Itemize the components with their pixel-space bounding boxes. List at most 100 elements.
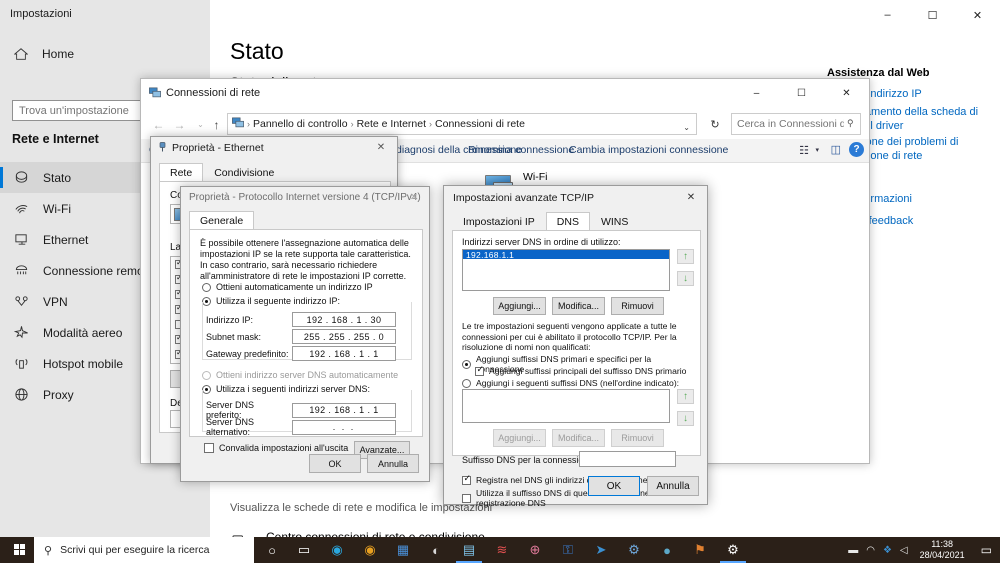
checkbox-validate-on-exit[interactable]: Convalida impostazioni all'uscita xyxy=(204,443,348,453)
explorer-maximize-button[interactable]: ☐ xyxy=(779,79,824,107)
radio-ordered-suffixes[interactable]: Aggiungi i seguenti suffissi DNS (nell'o… xyxy=(462,378,679,388)
radio-obtain-dns-auto[interactable]: Ottieni indirizzo server DNS automaticam… xyxy=(202,370,398,380)
ethernet-dialog-close-button[interactable]: ✕ xyxy=(365,137,397,157)
google-chrome-icon[interactable]: ◉ xyxy=(360,540,380,560)
ethernet-dialog-tabs: Rete Condivisione xyxy=(159,163,285,182)
network-connections-icon xyxy=(149,87,161,102)
tab-dns[interactable]: DNS xyxy=(545,212,590,231)
checkbox[interactable] xyxy=(204,443,214,453)
microsoft-edge-icon[interactable]: ◉ xyxy=(327,540,347,560)
taskbar-search-placeholder: Scrivi qui per eseguire la ricerca xyxy=(60,544,210,556)
volume-icon[interactable]: ◁ xyxy=(900,545,908,556)
teamviewer-icon[interactable]: ⊕ xyxy=(525,540,545,560)
dns-list-buttons: Aggiungi... Modifica... Rimuovi xyxy=(493,297,664,315)
dns-suffix-list[interactable] xyxy=(462,389,670,423)
chevron-down-icon[interactable]: ⌄ xyxy=(683,123,690,132)
tcpipv4-close-button[interactable]: ✕ xyxy=(399,187,429,207)
subnet-mask-input[interactable]: 255 . 255 . 255 . 0 xyxy=(292,329,396,344)
settings-gear-icon[interactable]: ⚙ xyxy=(720,540,746,563)
dropbox-icon[interactable]: ❖ xyxy=(883,545,892,556)
move-down-icon[interactable]: ↓ xyxy=(677,271,694,286)
settings-minimize-button[interactable]: – xyxy=(865,0,910,30)
security-icon[interactable]: ⚿ xyxy=(558,540,578,560)
cancel-button[interactable]: Annulla xyxy=(367,454,419,473)
suffix-move-down-icon[interactable]: ↓ xyxy=(677,411,694,426)
move-up-icon[interactable]: ↑ xyxy=(677,249,694,264)
tab-generale[interactable]: Generale xyxy=(189,211,255,230)
checkbox[interactable] xyxy=(462,493,471,503)
chevron-down-icon[interactable]: ▾ xyxy=(815,146,819,154)
alternate-dns-input[interactable]: . . . xyxy=(292,419,396,435)
dns-servers-label: Indirizzi server DNS in ordine di utiliz… xyxy=(462,237,621,247)
globe-icon[interactable]: ● xyxy=(657,540,677,560)
help-icon[interactable]: ? xyxy=(849,142,864,157)
radio-button[interactable] xyxy=(202,370,211,380)
suffix-move-up-icon[interactable]: ↑ xyxy=(677,389,694,404)
battery-icon[interactable]: ▬ xyxy=(848,545,858,556)
ip-address-input[interactable]: 192 . 168 . 1 . 30 xyxy=(292,312,396,327)
paint-icon[interactable]: ◐ xyxy=(426,540,446,560)
breadcrumb-item-network-internet[interactable]: Rete e Internet xyxy=(357,118,426,130)
explorer-search-input[interactable] xyxy=(731,113,861,135)
up-arrow-icon[interactable]: ↑ xyxy=(207,115,226,134)
explorer-close-button[interactable]: ✕ xyxy=(824,79,869,107)
ok-button[interactable]: OK xyxy=(309,454,361,473)
breadcrumb[interactable]: › Pannello di controllo › Rete e Interne… xyxy=(227,113,697,135)
dns-edit-button[interactable]: Modifica... xyxy=(552,297,605,315)
list-item[interactable]: 192.168.1.1 xyxy=(463,250,669,260)
dns-servers-list[interactable]: 192.168.1.1 xyxy=(462,249,670,291)
explorer-minimize-button[interactable]: – xyxy=(734,79,779,107)
task-view-icon[interactable]: ▭ xyxy=(294,540,314,560)
breadcrumb-item-control-panel[interactable]: Pannello di controllo xyxy=(253,118,348,130)
preferred-dns-input[interactable]: 192 . 168 . 1 . 1 xyxy=(292,402,396,418)
radio-button[interactable] xyxy=(202,282,211,292)
forward-arrow-icon[interactable]: → xyxy=(170,115,189,134)
tcpipv4-properties-dialog: Proprietà - Protocollo Internet versione… xyxy=(180,186,430,482)
toolbar-rename[interactable]: Rinomina connessione xyxy=(468,144,574,156)
view-options-icon[interactable]: ☷ xyxy=(799,144,809,157)
settings-maximize-button[interactable]: ☐ xyxy=(910,0,955,30)
taskbar-search-box[interactable]: ⚲ Scrivi qui per eseguire la ricerca xyxy=(34,537,254,563)
toolbar-change-settings[interactable]: Cambia impostazioni connessione xyxy=(569,144,728,156)
clock[interactable]: 11:38 28/04/2021 xyxy=(916,539,969,561)
breadcrumb-separator: › xyxy=(429,119,433,129)
dns-add-button[interactable]: Aggiungi... xyxy=(493,297,546,315)
remote-desktop-icon[interactable]: ≋ xyxy=(492,540,512,560)
tab-wins[interactable]: WINS xyxy=(590,212,639,231)
radio-button[interactable] xyxy=(462,359,471,369)
radio-label: Aggiungi i seguenti suffissi DNS (nell'o… xyxy=(476,378,680,388)
bookmark-icon[interactable]: ⚑ xyxy=(690,540,710,560)
advanced-close-button[interactable]: ✕ xyxy=(675,186,707,208)
checkbox-label: Aggiungi suffissi principali del suffiss… xyxy=(489,366,687,376)
cortana-icon[interactable]: ○ xyxy=(262,540,282,560)
refresh-icon[interactable]: ↻ xyxy=(704,113,726,135)
page-title: Stato xyxy=(230,38,284,64)
radio-obtain-ip-auto[interactable]: Ottieni automaticamente un indirizzo IP xyxy=(202,282,373,292)
checkbox[interactable] xyxy=(475,364,484,376)
ok-button[interactable]: OK xyxy=(588,476,640,496)
network-connections-icon[interactable]: ▤ xyxy=(456,540,482,563)
checkbox-parent-suffixes[interactable]: Aggiungi suffissi principali del suffiss… xyxy=(475,364,687,376)
notification-center-icon[interactable]: ▭ xyxy=(977,543,992,557)
tab-impostazioni-ip[interactable]: Impostazioni IP xyxy=(452,212,546,231)
settings-app-title: Impostazioni xyxy=(10,8,72,20)
dns-remove-button[interactable]: Rimuovi xyxy=(611,297,664,315)
wifi-icon[interactable]: ◠ xyxy=(866,545,875,556)
connection-suffix-input[interactable] xyxy=(579,451,676,467)
tab-condivisione[interactable]: Condivisione xyxy=(203,163,285,182)
tools-icon[interactable]: ⚙ xyxy=(624,540,644,560)
preview-pane-icon[interactable]: ◫ xyxy=(831,143,841,156)
tab-rete[interactable]: Rete xyxy=(159,163,204,182)
hotspot-icon xyxy=(12,356,30,371)
advanced-tcpip-dialog: Impostazioni avanzate TCP/IP ✕ Impostazi… xyxy=(443,185,708,508)
back-arrow-icon[interactable]: ← xyxy=(149,115,168,134)
breadcrumb-item-network-connections[interactable]: Connessioni di rete xyxy=(435,118,525,130)
sidebar-item-home[interactable]: Home xyxy=(0,40,210,68)
gateway-input[interactable]: 192 . 168 . 1 . 1 xyxy=(292,346,396,361)
radio-button[interactable] xyxy=(462,378,471,388)
calculator-icon[interactable]: ▦ xyxy=(393,540,413,560)
cancel-button[interactable]: Annulla xyxy=(647,476,699,496)
checkbox[interactable] xyxy=(462,473,471,485)
telegram-icon[interactable]: ➤ xyxy=(591,540,611,560)
settings-close-button[interactable]: ✕ xyxy=(955,0,1000,30)
